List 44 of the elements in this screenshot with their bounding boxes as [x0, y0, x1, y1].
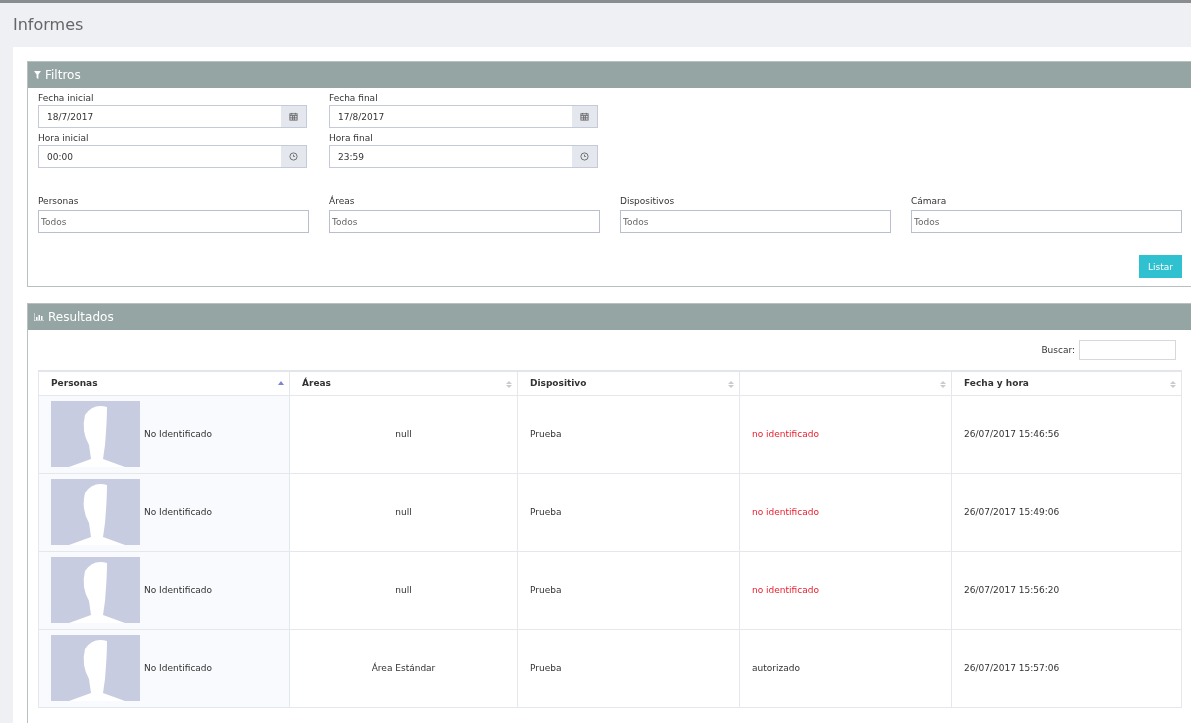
page-title: Informes — [12, 14, 85, 36]
field-label: Personas — [38, 195, 80, 208]
table-cell: 26/07/2017 15:46:56 — [951, 395, 1182, 473]
bar-chart-icon — [34, 313, 44, 321]
table-cell: null — [289, 551, 518, 629]
field-label: Fecha final — [329, 92, 379, 105]
select-field[interactable]: Todos — [620, 210, 891, 233]
panel-title: Filtros — [45, 68, 81, 82]
column-header[interactable] — [739, 371, 952, 395]
select-field[interactable]: Todos — [911, 210, 1182, 233]
field-label: Hora inicial — [38, 132, 90, 145]
status-text: no identificado — [752, 585, 819, 595]
table-cell: null — [289, 473, 518, 551]
column-header[interactable]: Fecha y hora — [951, 371, 1182, 395]
column-header[interactable]: Dispositivo — [517, 371, 740, 395]
status-text: no identificado — [752, 429, 819, 439]
table-cell: Prueba — [517, 473, 740, 551]
table-cell: Prueba — [517, 629, 740, 707]
table-cell: 26/07/2017 15:57:06 — [951, 629, 1182, 707]
field-label: Cámara — [911, 195, 948, 208]
search-field[interactable] — [1079, 340, 1176, 360]
column-header[interactable]: Personas — [38, 371, 290, 395]
table-cell: 26/07/2017 15:56:20 — [951, 551, 1182, 629]
select-field[interactable]: Todos — [38, 210, 309, 233]
field-label: Dispositivos — [620, 195, 676, 208]
panel-title: Resultados — [48, 310, 114, 324]
column-header[interactable]: Áreas — [289, 371, 518, 395]
search-label: Buscar: — [1041, 345, 1075, 355]
table-cell: Área Estándar — [289, 629, 518, 707]
table-cell: Prueba — [517, 551, 740, 629]
select-field[interactable]: Todos — [329, 210, 600, 233]
table-cell: 26/07/2017 15:49:06 — [951, 473, 1182, 551]
person-name: No Identificado — [144, 585, 213, 595]
person-name: No Identificado — [144, 663, 213, 673]
filter-icon — [34, 71, 41, 79]
person-name: No Identificado — [144, 429, 213, 439]
person-name: No Identificado — [144, 507, 213, 517]
table-cell: Prueba — [517, 395, 740, 473]
status-text: autorizado — [752, 663, 800, 673]
field-label: Hora final — [329, 132, 374, 145]
field-label: Fecha inicial — [38, 92, 95, 105]
table-cell: null — [289, 395, 518, 473]
field-label: Áreas — [329, 195, 356, 208]
status-text: no identificado — [752, 507, 819, 517]
